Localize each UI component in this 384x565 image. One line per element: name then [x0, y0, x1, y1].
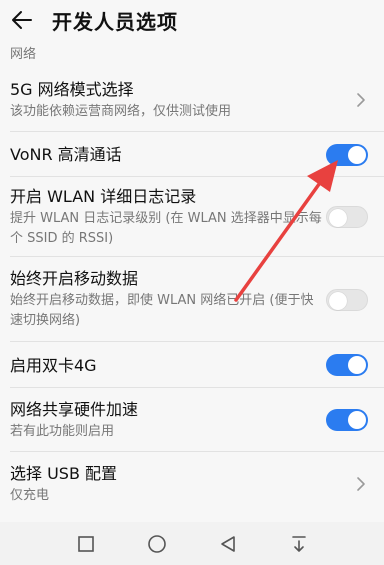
setting-subtitle: 该功能依赖运营商网络，仅供测试使用: [10, 103, 232, 119]
chevron-right-icon: [357, 477, 365, 491]
setting-title: 开启 WLAN 详细日志记录: [10, 186, 197, 206]
back-button[interactable]: [8, 6, 36, 34]
settings-list: 5G 网络模式选择 该功能依赖运营商网络，仅供测试使用 VoNR 高清通话 开启…: [0, 68, 384, 516]
toggle-knob: [329, 209, 347, 227]
notification-button[interactable]: [284, 529, 314, 559]
setting-title: 启用双卡4G: [10, 355, 97, 375]
setting-title: 网络共享硬件加速: [10, 399, 139, 419]
dual-sim-4g-toggle[interactable]: [326, 354, 368, 376]
recents-button[interactable]: [71, 529, 101, 559]
setting-title: 选择 USB 配置: [10, 463, 118, 483]
toggle-knob: [348, 356, 366, 374]
mobile-data-toggle[interactable]: [326, 288, 368, 311]
toggle-knob: [329, 291, 347, 310]
developer-options-screen: 开发人员选项 网络 5G 网络模式选择 该功能依赖运营商网络，仅供测试使用 Vo…: [0, 0, 384, 565]
square-recents-icon: [77, 535, 94, 552]
setting-title: 5G 网络模式选择: [10, 79, 134, 99]
circle-home-icon: [147, 534, 166, 553]
chevron-right-icon: [357, 93, 365, 107]
setting-wlan-verbose-logging[interactable]: 开启 WLAN 详细日志记录 提升 WLAN 日志记录级别 (在 WLAN 选择…: [0, 177, 384, 257]
setting-title: VoNR 高清通话: [10, 145, 122, 164]
toggle-knob: [348, 145, 366, 164]
setting-vonr[interactable]: VoNR 高清通话: [0, 132, 384, 177]
setting-always-on-mobile-data[interactable]: 始终开启移动数据 始终开启移动数据，即使 WLAN 网络已开启 (便于快速切换网…: [0, 257, 384, 342]
notification-down-icon: [291, 535, 306, 552]
section-label-network: 网络: [10, 47, 37, 62]
wlan-logging-toggle[interactable]: [326, 206, 368, 228]
back-nav-button[interactable]: [213, 529, 243, 559]
setting-tethering-hw-acceleration[interactable]: 网络共享硬件加速 若有此功能则启用: [0, 388, 384, 452]
arrow-left-icon: [12, 11, 32, 29]
setting-5g-mode[interactable]: 5G 网络模式选择 该功能依赖运营商网络，仅供测试使用: [0, 68, 384, 132]
triangle-back-icon: [220, 535, 235, 552]
page-title: 开发人员选项: [52, 9, 178, 34]
app-header: 开发人员选项: [0, 0, 384, 40]
setting-usb-config[interactable]: 选择 USB 配置 仅充电: [0, 452, 384, 516]
setting-subtitle: 仅充电: [10, 487, 50, 503]
home-button[interactable]: [142, 529, 172, 559]
setting-subtitle: 提升 WLAN 日志记录级别 (在 WLAN 选择器中显示每个 SSID 的 R…: [10, 210, 322, 246]
system-nav-bar: [0, 522, 384, 565]
setting-subtitle: 始终开启移动数据，即使 WLAN 网络已开启 (便于快速切换网络): [10, 293, 314, 328]
toggle-knob: [348, 411, 366, 429]
setting-subtitle: 若有此功能则启用: [10, 423, 115, 439]
setting-title: 始终开启移动数据: [10, 269, 139, 288]
vonr-toggle[interactable]: [326, 143, 368, 166]
setting-dual-sim-4g[interactable]: 启用双卡4G: [0, 342, 384, 388]
tethering-toggle[interactable]: [326, 409, 368, 431]
